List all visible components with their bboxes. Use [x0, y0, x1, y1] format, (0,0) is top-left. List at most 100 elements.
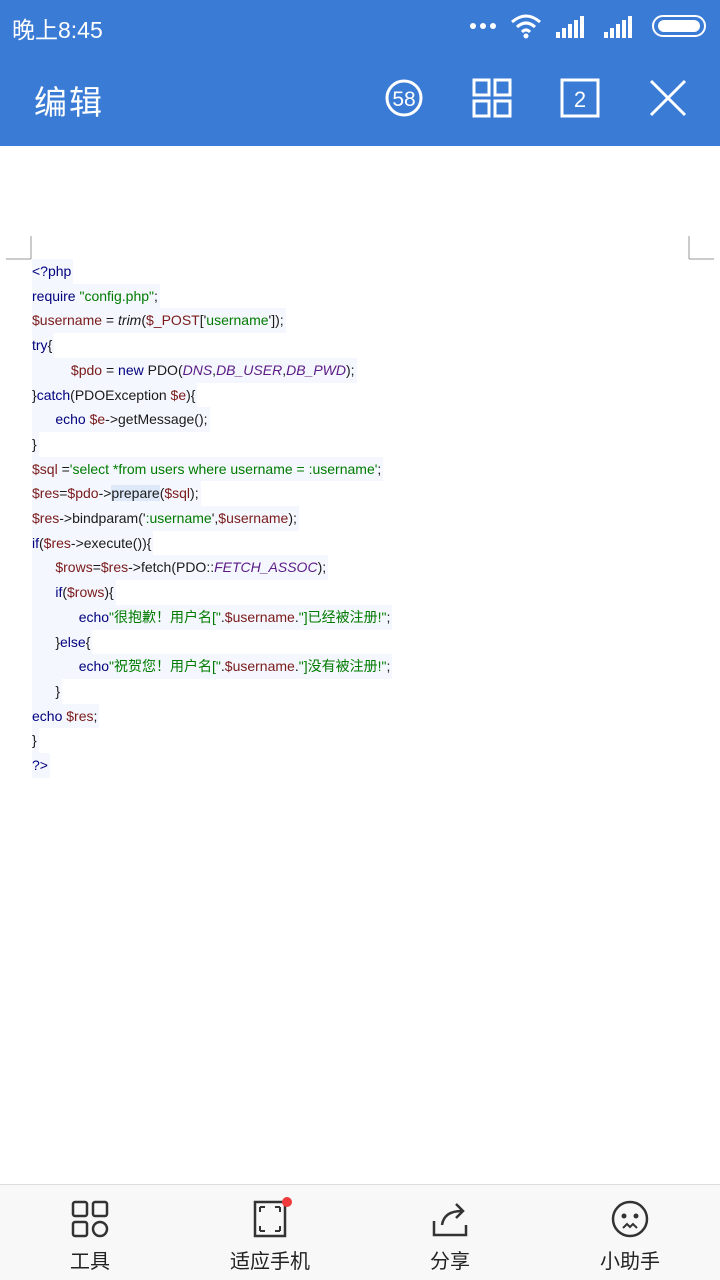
crop-mark-right-icon: [688, 236, 714, 260]
code-line: }: [32, 431, 39, 457]
badge-count: 58: [392, 88, 415, 111]
status-icons: [470, 12, 708, 40]
code-line: <?php: [32, 259, 74, 284]
code-token: "]没有被注册!": [298, 658, 387, 675]
code-line: echo $e->getMessage();: [32, 407, 210, 432]
assistant-label: 小助手: [600, 1249, 660, 1273]
code-token: ;: [154, 287, 158, 304]
page-count-button[interactable]: 2: [558, 76, 602, 120]
code-line: }else{: [32, 629, 93, 655]
code-token: 'select *from users where username = :us…: [69, 460, 378, 477]
code-line: $rows=$res->fetch(PDO::FETCH_ASSOC);: [32, 555, 329, 581]
code-token: if: [32, 534, 39, 551]
assistant-robot-icon: [611, 1200, 649, 1238]
code-token: $username: [224, 658, 295, 675]
code-line: $res=$pdo->prepare($sql);: [32, 481, 201, 507]
code-token: ;: [386, 658, 391, 675]
code-token: ->fetch(PDO::: [128, 559, 215, 576]
battery-icon: [652, 15, 706, 37]
code-token: );: [317, 559, 327, 576]
code-token: }: [32, 682, 61, 699]
assistant-tab[interactable]: 小助手: [540, 1185, 720, 1280]
code-line: try{: [32, 333, 55, 358]
code-token: echo: [78, 658, 110, 675]
code-token: $username: [32, 312, 103, 329]
code-token: new: [118, 361, 148, 378]
code-token: "祝贺您！用户名[": [109, 658, 221, 675]
code-token: trim: [118, 312, 142, 329]
grid-icon: [472, 78, 512, 118]
code-token: }: [32, 633, 61, 650]
badge-count-button[interactable]: 58: [382, 76, 426, 120]
code-token: =: [102, 361, 119, 378]
circle-badge-icon: 58: [385, 79, 423, 117]
code-token: $sql: [164, 485, 191, 502]
share-icon: [432, 1203, 468, 1237]
grid-view-button[interactable]: [470, 76, 514, 120]
code-token: $res: [32, 510, 60, 527]
code-token: {: [85, 633, 91, 650]
share-tab[interactable]: 分享: [360, 1185, 540, 1280]
code-token: );: [346, 361, 355, 378]
code-line: }: [32, 678, 63, 704]
fit-phone-label: 适应手机: [230, 1249, 310, 1273]
code-token: }: [32, 435, 37, 452]
code-token: "很抱歉！用户名[": [109, 608, 221, 625]
code-token: DB_USER: [216, 361, 283, 378]
code-token: ->execute()){: [70, 534, 152, 551]
app-bar: 编辑 58 2: [0, 52, 720, 146]
code-token: );: [190, 485, 199, 502]
code-token: ;: [386, 608, 391, 625]
code-token: $e: [89, 411, 106, 428]
code-token: "config.php": [79, 287, 155, 304]
code-token: $pdo: [67, 485, 99, 502]
code-token: ']);: [268, 312, 284, 329]
code-token: $e: [170, 386, 187, 403]
tools-tab[interactable]: 工具: [0, 1185, 180, 1280]
code-token: ?>: [32, 757, 48, 774]
code-token: $rows: [55, 559, 93, 576]
wifi-icon: [511, 14, 541, 39]
code-line: ?>: [32, 753, 50, 778]
signal-icon: [556, 16, 584, 38]
code-line: $username = trim($_POST['username']);: [32, 308, 286, 334]
more-dots-icon: [470, 23, 496, 29]
code-token: ->: [98, 485, 112, 502]
page-count-icon: 2: [560, 78, 600, 118]
code-token: echo: [78, 608, 110, 625]
notification-dot: [282, 1197, 292, 1207]
status-bar: 晚上8:45: [0, 0, 720, 52]
code-line: if($res->execute()){: [32, 530, 154, 556]
code-token: =: [102, 312, 119, 329]
code-token: $rows: [67, 584, 105, 601]
code-token: "]已经被注册!": [298, 608, 387, 625]
code-token: DB_PWD: [286, 361, 346, 378]
status-time: 晚上8:45: [12, 17, 103, 43]
code-token: $pdo: [70, 361, 103, 378]
code-line: $res->bindparam(':username',$username);: [32, 506, 299, 531]
code-token: $username: [224, 608, 295, 625]
code-token: :username: [145, 510, 212, 527]
code-token: ;: [93, 707, 98, 724]
share-label: 分享: [430, 1249, 470, 1273]
page-title: 编辑: [34, 83, 104, 122]
code-line: echo $res;: [32, 703, 100, 729]
code-token: echo: [55, 411, 90, 428]
page-count: 2: [574, 87, 586, 112]
code-line: }: [32, 728, 39, 754]
code-token: $username: [218, 510, 289, 527]
code-token: ){: [104, 584, 114, 601]
code-line: if($rows){: [32, 580, 116, 605]
code-token: catch: [36, 386, 71, 403]
code-token: ;: [377, 460, 382, 477]
code-token: username: [206, 312, 269, 329]
tools-icon: [71, 1200, 109, 1238]
fit-phone-tab[interactable]: 适应手机: [180, 1185, 360, 1280]
close-button[interactable]: [646, 76, 690, 120]
code-block[interactable]: <?php require "config.php"; $username = tr…: [32, 259, 393, 778]
code-token: $res: [43, 534, 71, 551]
code-token: $res: [66, 707, 94, 724]
